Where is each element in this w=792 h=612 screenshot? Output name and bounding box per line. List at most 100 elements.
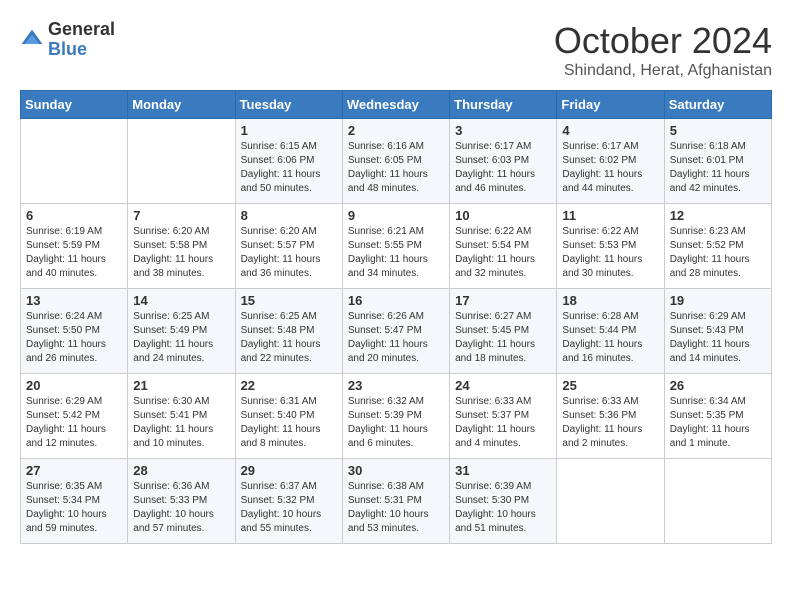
calendar-week-row: 1 Sunrise: 6:15 AMSunset: 6:06 PMDayligh… xyxy=(21,119,772,204)
calendar-table: SundayMondayTuesdayWednesdayThursdayFrid… xyxy=(20,90,772,544)
day-number: 18 xyxy=(562,293,658,308)
day-info: Sunrise: 6:16 AMSunset: 6:05 PMDaylight:… xyxy=(348,140,444,196)
calendar-cell xyxy=(128,119,235,204)
day-number: 22 xyxy=(241,378,337,393)
day-number: 8 xyxy=(241,208,337,223)
day-info: Sunrise: 6:37 AMSunset: 5:32 PMDaylight:… xyxy=(241,480,337,536)
day-number: 28 xyxy=(133,463,229,478)
calendar-cell: 4 Sunrise: 6:17 AMSunset: 6:02 PMDayligh… xyxy=(557,119,664,204)
calendar-cell: 2 Sunrise: 6:16 AMSunset: 6:05 PMDayligh… xyxy=(342,119,449,204)
header-friday: Friday xyxy=(557,91,664,119)
calendar-week-row: 13 Sunrise: 6:24 AMSunset: 5:50 PMDaylig… xyxy=(21,289,772,374)
day-info: Sunrise: 6:25 AMSunset: 5:48 PMDaylight:… xyxy=(241,310,337,366)
calendar-cell: 1 Sunrise: 6:15 AMSunset: 6:06 PMDayligh… xyxy=(235,119,342,204)
calendar-cell: 18 Sunrise: 6:28 AMSunset: 5:44 PMDaylig… xyxy=(557,289,664,374)
calendar-cell: 30 Sunrise: 6:38 AMSunset: 5:31 PMDaylig… xyxy=(342,459,449,544)
calendar-cell: 27 Sunrise: 6:35 AMSunset: 5:34 PMDaylig… xyxy=(21,459,128,544)
day-info: Sunrise: 6:22 AMSunset: 5:54 PMDaylight:… xyxy=(455,225,551,281)
logo-blue: Blue xyxy=(48,39,87,59)
header-saturday: Saturday xyxy=(664,91,771,119)
calendar-cell: 3 Sunrise: 6:17 AMSunset: 6:03 PMDayligh… xyxy=(450,119,557,204)
calendar-cell: 25 Sunrise: 6:33 AMSunset: 5:36 PMDaylig… xyxy=(557,374,664,459)
calendar-week-row: 20 Sunrise: 6:29 AMSunset: 5:42 PMDaylig… xyxy=(21,374,772,459)
calendar-week-row: 27 Sunrise: 6:35 AMSunset: 5:34 PMDaylig… xyxy=(21,459,772,544)
day-number: 11 xyxy=(562,208,658,223)
header-sunday: Sunday xyxy=(21,91,128,119)
calendar-cell: 6 Sunrise: 6:19 AMSunset: 5:59 PMDayligh… xyxy=(21,204,128,289)
day-info: Sunrise: 6:20 AMSunset: 5:58 PMDaylight:… xyxy=(133,225,229,281)
calendar-cell: 26 Sunrise: 6:34 AMSunset: 5:35 PMDaylig… xyxy=(664,374,771,459)
day-info: Sunrise: 6:28 AMSunset: 5:44 PMDaylight:… xyxy=(562,310,658,366)
day-number: 4 xyxy=(562,123,658,138)
day-number: 15 xyxy=(241,293,337,308)
day-number: 27 xyxy=(26,463,122,478)
location-title: Shindand, Herat, Afghanistan xyxy=(554,62,772,80)
calendar-cell: 15 Sunrise: 6:25 AMSunset: 5:48 PMDaylig… xyxy=(235,289,342,374)
day-info: Sunrise: 6:32 AMSunset: 5:39 PMDaylight:… xyxy=(348,395,444,451)
day-number: 10 xyxy=(455,208,551,223)
day-number: 9 xyxy=(348,208,444,223)
day-number: 29 xyxy=(241,463,337,478)
day-number: 30 xyxy=(348,463,444,478)
day-info: Sunrise: 6:20 AMSunset: 5:57 PMDaylight:… xyxy=(241,225,337,281)
day-info: Sunrise: 6:27 AMSunset: 5:45 PMDaylight:… xyxy=(455,310,551,366)
day-info: Sunrise: 6:24 AMSunset: 5:50 PMDaylight:… xyxy=(26,310,122,366)
day-number: 1 xyxy=(241,123,337,138)
day-info: Sunrise: 6:31 AMSunset: 5:40 PMDaylight:… xyxy=(241,395,337,451)
day-info: Sunrise: 6:23 AMSunset: 5:52 PMDaylight:… xyxy=(670,225,766,281)
calendar-cell: 28 Sunrise: 6:36 AMSunset: 5:33 PMDaylig… xyxy=(128,459,235,544)
day-info: Sunrise: 6:30 AMSunset: 5:41 PMDaylight:… xyxy=(133,395,229,451)
day-number: 19 xyxy=(670,293,766,308)
day-number: 6 xyxy=(26,208,122,223)
calendar-cell xyxy=(664,459,771,544)
calendar-cell: 22 Sunrise: 6:31 AMSunset: 5:40 PMDaylig… xyxy=(235,374,342,459)
day-info: Sunrise: 6:36 AMSunset: 5:33 PMDaylight:… xyxy=(133,480,229,536)
calendar-cell: 17 Sunrise: 6:27 AMSunset: 5:45 PMDaylig… xyxy=(450,289,557,374)
calendar-cell: 23 Sunrise: 6:32 AMSunset: 5:39 PMDaylig… xyxy=(342,374,449,459)
calendar-cell: 11 Sunrise: 6:22 AMSunset: 5:53 PMDaylig… xyxy=(557,204,664,289)
day-info: Sunrise: 6:18 AMSunset: 6:01 PMDaylight:… xyxy=(670,140,766,196)
calendar-cell: 8 Sunrise: 6:20 AMSunset: 5:57 PMDayligh… xyxy=(235,204,342,289)
day-info: Sunrise: 6:19 AMSunset: 5:59 PMDaylight:… xyxy=(26,225,122,281)
day-number: 12 xyxy=(670,208,766,223)
logo-text: General Blue xyxy=(48,20,115,60)
day-info: Sunrise: 6:17 AMSunset: 6:03 PMDaylight:… xyxy=(455,140,551,196)
day-number: 3 xyxy=(455,123,551,138)
header-monday: Monday xyxy=(128,91,235,119)
day-info: Sunrise: 6:22 AMSunset: 5:53 PMDaylight:… xyxy=(562,225,658,281)
calendar-cell: 5 Sunrise: 6:18 AMSunset: 6:01 PMDayligh… xyxy=(664,119,771,204)
day-number: 14 xyxy=(133,293,229,308)
day-number: 2 xyxy=(348,123,444,138)
day-info: Sunrise: 6:25 AMSunset: 5:49 PMDaylight:… xyxy=(133,310,229,366)
day-number: 17 xyxy=(455,293,551,308)
day-info: Sunrise: 6:26 AMSunset: 5:47 PMDaylight:… xyxy=(348,310,444,366)
calendar-cell: 21 Sunrise: 6:30 AMSunset: 5:41 PMDaylig… xyxy=(128,374,235,459)
calendar-cell: 10 Sunrise: 6:22 AMSunset: 5:54 PMDaylig… xyxy=(450,204,557,289)
day-info: Sunrise: 6:33 AMSunset: 5:36 PMDaylight:… xyxy=(562,395,658,451)
day-info: Sunrise: 6:35 AMSunset: 5:34 PMDaylight:… xyxy=(26,480,122,536)
title-area: October 2024 Shindand, Herat, Afghanista… xyxy=(554,20,772,80)
calendar-cell: 20 Sunrise: 6:29 AMSunset: 5:42 PMDaylig… xyxy=(21,374,128,459)
day-info: Sunrise: 6:38 AMSunset: 5:31 PMDaylight:… xyxy=(348,480,444,536)
day-number: 31 xyxy=(455,463,551,478)
day-number: 20 xyxy=(26,378,122,393)
calendar-cell: 14 Sunrise: 6:25 AMSunset: 5:49 PMDaylig… xyxy=(128,289,235,374)
calendar-cell: 16 Sunrise: 6:26 AMSunset: 5:47 PMDaylig… xyxy=(342,289,449,374)
day-number: 13 xyxy=(26,293,122,308)
calendar-cell: 9 Sunrise: 6:21 AMSunset: 5:55 PMDayligh… xyxy=(342,204,449,289)
day-number: 5 xyxy=(670,123,766,138)
calendar-cell: 24 Sunrise: 6:33 AMSunset: 5:37 PMDaylig… xyxy=(450,374,557,459)
month-title: October 2024 xyxy=(554,20,772,62)
day-number: 23 xyxy=(348,378,444,393)
calendar-cell: 31 Sunrise: 6:39 AMSunset: 5:30 PMDaylig… xyxy=(450,459,557,544)
logo-icon xyxy=(20,28,44,52)
logo: General Blue xyxy=(20,20,115,60)
day-info: Sunrise: 6:34 AMSunset: 5:35 PMDaylight:… xyxy=(670,395,766,451)
calendar-cell: 29 Sunrise: 6:37 AMSunset: 5:32 PMDaylig… xyxy=(235,459,342,544)
logo-general: General xyxy=(48,19,115,39)
day-info: Sunrise: 6:39 AMSunset: 5:30 PMDaylight:… xyxy=(455,480,551,536)
day-info: Sunrise: 6:29 AMSunset: 5:43 PMDaylight:… xyxy=(670,310,766,366)
calendar-cell: 12 Sunrise: 6:23 AMSunset: 5:52 PMDaylig… xyxy=(664,204,771,289)
day-number: 25 xyxy=(562,378,658,393)
day-info: Sunrise: 6:17 AMSunset: 6:02 PMDaylight:… xyxy=(562,140,658,196)
